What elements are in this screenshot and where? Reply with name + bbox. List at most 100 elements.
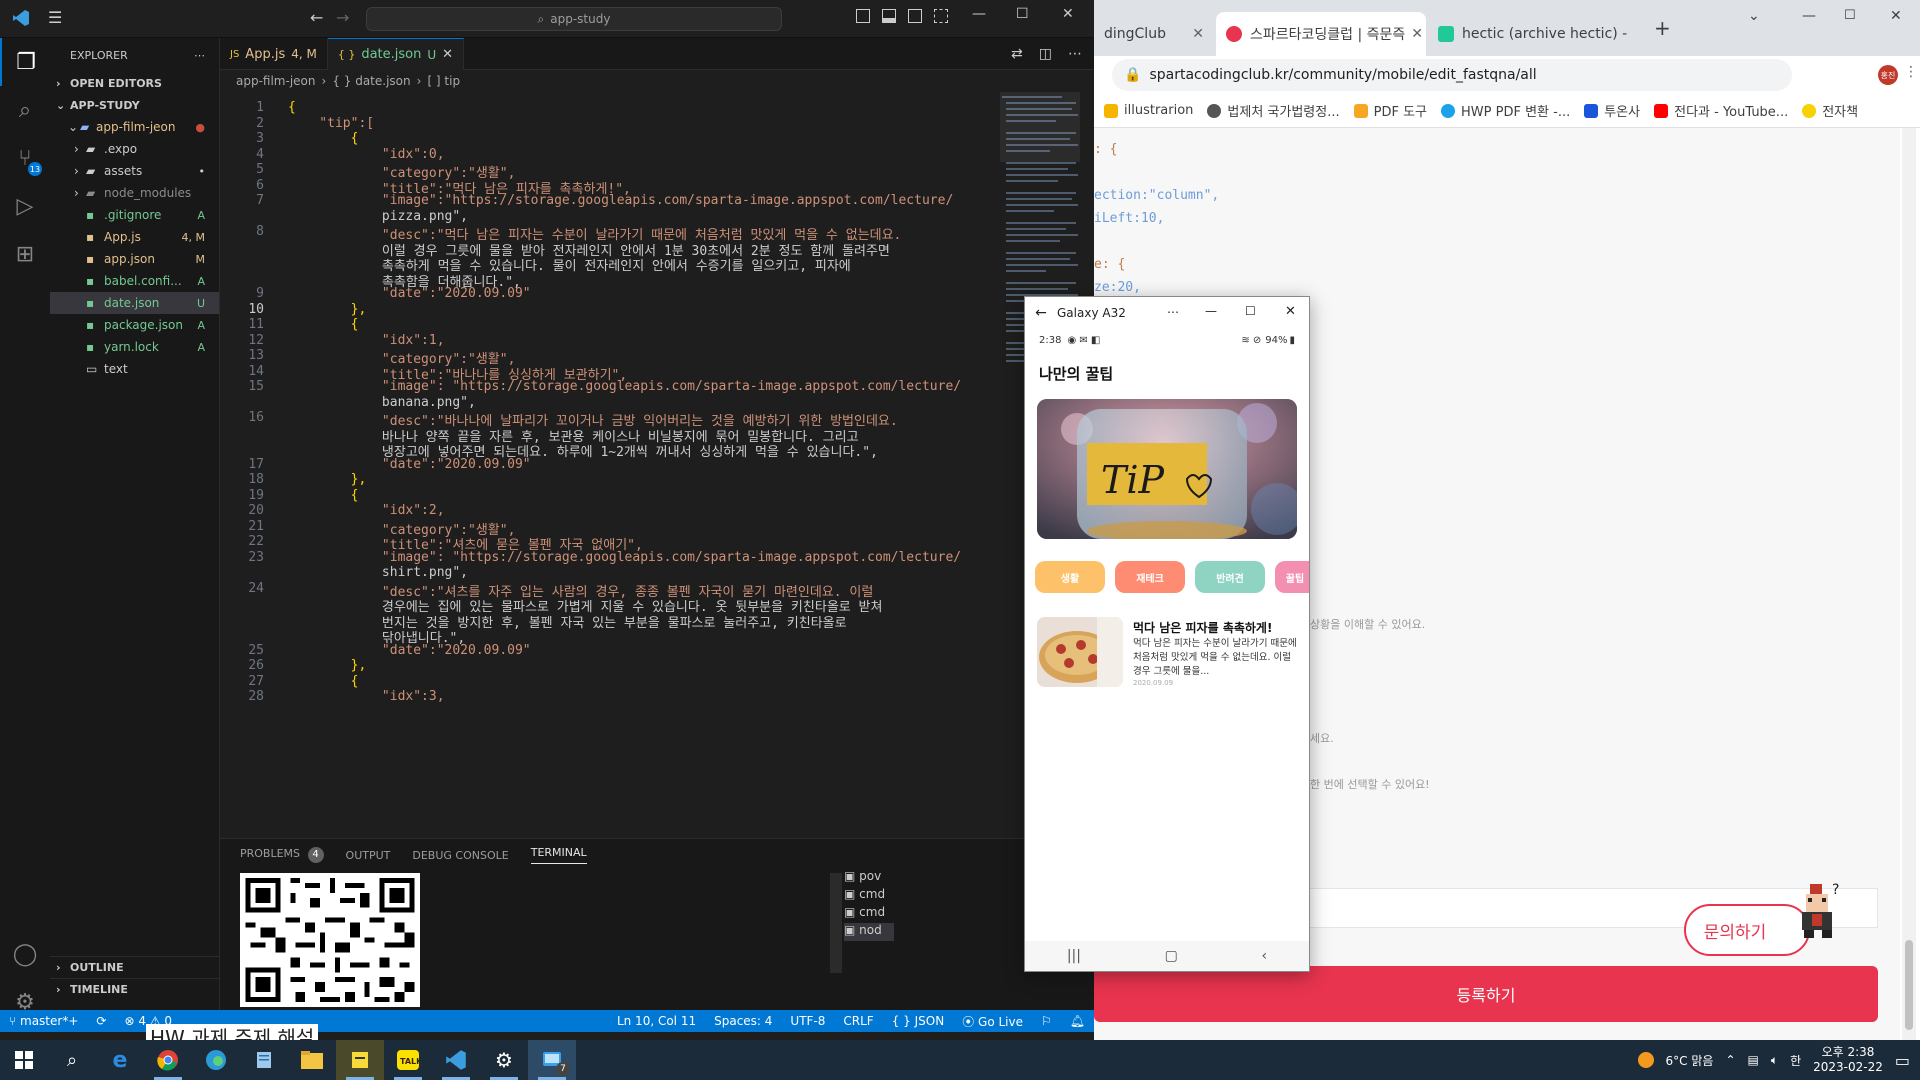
tree-item[interactable]: › ▰ node_modules xyxy=(50,182,219,204)
explorer-icon[interactable]: ❐ xyxy=(0,38,50,86)
profile-avatar[interactable]: 홍진 xyxy=(1878,65,1898,85)
notepad-icon[interactable] xyxy=(240,1040,288,1080)
account-icon[interactable]: ◯ xyxy=(0,930,50,978)
toggle-panel-icon[interactable] xyxy=(882,9,896,23)
bookmark-6[interactable]: 전다과 - YouTube... xyxy=(1654,101,1788,120)
command-center-search[interactable]: ⌕ app-study xyxy=(366,7,782,31)
terminal-item[interactable]: ▣ cmd xyxy=(844,905,894,923)
tab-app-js[interactable]: JS App.js 4, M xyxy=(220,38,328,70)
bookmark-3[interactable]: PDF 도구 xyxy=(1353,101,1427,120)
indentation-status[interactable]: Spaces: 4 xyxy=(705,1014,781,1028)
notification-center-icon[interactable]: ▭ xyxy=(1895,1051,1910,1070)
page-scrollbar[interactable] xyxy=(1902,128,1916,1040)
edge-icon[interactable] xyxy=(192,1040,240,1080)
bookmark-2[interactable]: 법제처 국가법령정... xyxy=(1207,101,1340,120)
chrome-tab-3[interactable]: hectic (archive hectic) - vel ✕ xyxy=(1428,12,1628,56)
terminal-item[interactable]: ▣ cmd xyxy=(844,887,894,905)
notifications-icon[interactable]: 🔔︎ xyxy=(1061,1014,1094,1028)
eol-status[interactable]: CRLF xyxy=(834,1014,882,1028)
clock[interactable]: 오후 2:38 2023-02-22 xyxy=(1813,1045,1883,1075)
sticky-notes-icon[interactable] xyxy=(336,1040,384,1080)
code-editor[interactable]: 1{2 "tip":[3 {4 "idx":0, 5 "category":"생활… xyxy=(220,92,1080,838)
tree-item[interactable]: ▪ package.json A xyxy=(50,314,219,336)
toggle-secondary-sidebar-icon[interactable] xyxy=(908,9,922,23)
back-arrow-icon[interactable]: ← xyxy=(310,8,323,27)
chrome-tab-1[interactable]: dingClub ✕ xyxy=(1094,12,1214,56)
category-button-pet[interactable]: 반려견 xyxy=(1195,561,1265,593)
breadcrumb-item[interactable]: [ ] tip xyxy=(427,74,460,88)
workspace-section[interactable]: ⌄ APP-STUDY xyxy=(50,94,219,116)
chrome-icon[interactable] xyxy=(144,1040,192,1080)
terminal-item[interactable]: ▣ pov xyxy=(844,869,894,887)
new-tab-icon[interactable]: + xyxy=(1654,16,1671,40)
tree-item[interactable]: › ▰ assets • xyxy=(50,160,219,182)
file-explorer-icon[interactable] xyxy=(288,1040,336,1080)
more-actions-icon[interactable]: ⋯ xyxy=(1068,46,1082,62)
address-bar[interactable]: 🔒 spartacodingclub.kr/community/mobile/e… xyxy=(1112,59,1792,91)
tree-item[interactable]: ▪ date.json U xyxy=(50,292,219,314)
category-button-finance[interactable]: 재테크 xyxy=(1115,561,1185,593)
minimize-icon[interactable]: — xyxy=(1802,8,1816,24)
tree-item[interactable]: ▪ yarn.lock A xyxy=(50,336,219,358)
tip-card[interactable]: 먹다 남은 피자를 촉촉하게! 먹다 남은 피자는 수분이 날라가기 때문에 처… xyxy=(1037,617,1307,691)
chrome-tab-2[interactable]: 스파르타코딩클럽 | 즉문즉 ✕ xyxy=(1216,12,1426,56)
emulator-taskbar-icon[interactable]: 7 xyxy=(528,1040,576,1080)
bookmark-1[interactable]: illustrarion xyxy=(1104,103,1193,118)
more-actions-icon[interactable]: ⋯ xyxy=(194,49,205,62)
bookmark-4[interactable]: HWP PDF 변환 -... xyxy=(1441,101,1570,120)
vscode-taskbar-icon[interactable] xyxy=(432,1040,480,1080)
language-mode[interactable]: { } JSON xyxy=(883,1014,953,1028)
tree-item[interactable]: ▪ babel.confi... A xyxy=(50,270,219,292)
volume-icon[interactable]: 🔈︎ xyxy=(1771,1053,1778,1068)
minimize-icon[interactable]: — xyxy=(1205,304,1217,318)
toggle-sidebar-icon[interactable] xyxy=(856,9,870,23)
search-icon[interactable]: ⌕ xyxy=(0,86,50,134)
extensions-icon[interactable]: ⊞ xyxy=(0,230,50,278)
outline-section[interactable]: › OUTLINE xyxy=(50,956,220,978)
maximize-icon[interactable]: ☐ xyxy=(1844,8,1856,23)
close-tab-icon[interactable]: ✕ xyxy=(1405,26,1423,42)
input-language[interactable]: 한 xyxy=(1790,1052,1801,1069)
tree-item[interactable]: ▪ app.json M xyxy=(50,248,219,270)
customize-layout-icon[interactable] xyxy=(934,9,948,23)
close-tab-icon[interactable]: ✕ xyxy=(442,47,453,62)
tab-search-chevron-icon[interactable]: ⌄ xyxy=(1748,8,1760,24)
open-editors-section[interactable]: › OPEN EDITORS xyxy=(50,72,219,94)
network-icon[interactable]: ▤ xyxy=(1748,1053,1759,1067)
terminal-scrollbar[interactable] xyxy=(830,873,842,973)
breadcrumb-item[interactable]: app-film-jeon xyxy=(236,74,316,88)
kakaotalk-icon[interactable]: TALK xyxy=(384,1040,432,1080)
search-icon[interactable]: ⌕ xyxy=(48,1040,96,1080)
source-control-icon[interactable]: ⑂ 13 xyxy=(0,134,50,182)
golive-status[interactable]: ⦿ Go Live xyxy=(953,1013,1032,1030)
breadcrumb-item[interactable]: { } date.json xyxy=(332,74,410,88)
split-editor-icon[interactable]: ◫ xyxy=(1039,46,1052,62)
close-window-icon[interactable]: ✕ xyxy=(1890,8,1902,24)
branch-status[interactable]: ⑂ master*+ xyxy=(0,1014,87,1028)
close-window-icon[interactable]: ✕ xyxy=(1062,6,1074,22)
tree-item[interactable]: ▪ App.js 4, M xyxy=(50,226,219,248)
tab-terminal[interactable]: TERMINAL xyxy=(530,846,587,864)
category-button-tips[interactable]: 꿀팁 xyxy=(1275,561,1309,593)
maximize-icon[interactable]: ☐ xyxy=(1245,304,1256,318)
open-changes-icon[interactable]: ⇄ xyxy=(1011,46,1023,62)
bookmark-5[interactable]: 투온사 xyxy=(1584,101,1640,120)
more-actions-icon[interactable]: ⋯ xyxy=(1167,305,1179,319)
forward-arrow-icon[interactable]: → xyxy=(336,8,349,27)
tab-problems[interactable]: PROBLEMS 4 xyxy=(240,847,324,863)
weather-text[interactable]: 6°C 맑음 xyxy=(1666,1052,1714,1069)
cursor-position[interactable]: Ln 10, Col 11 xyxy=(608,1014,705,1028)
tab-debug-console[interactable]: DEBUG CONSOLE xyxy=(412,849,508,862)
ask-button[interactable]: 문의하기 xyxy=(1684,904,1810,956)
bookmark-7[interactable]: 전자책 xyxy=(1802,101,1858,120)
maximize-icon[interactable]: ☐ xyxy=(1016,6,1029,22)
feedback-icon[interactable]: ⚐ xyxy=(1032,1014,1061,1028)
run-debug-icon[interactable]: ▷ xyxy=(0,182,50,230)
back-arrow-icon[interactable]: ← xyxy=(1025,305,1057,321)
chrome-menu-icon[interactable]: ⋮ xyxy=(1904,64,1918,80)
settings-icon[interactable]: ⚙ xyxy=(480,1040,528,1080)
ie-icon[interactable]: e xyxy=(96,1040,144,1080)
tab-output[interactable]: OUTPUT xyxy=(346,849,391,862)
windows-start-icon[interactable] xyxy=(0,1040,48,1080)
terminal-item[interactable]: ▣ nod xyxy=(844,923,894,941)
